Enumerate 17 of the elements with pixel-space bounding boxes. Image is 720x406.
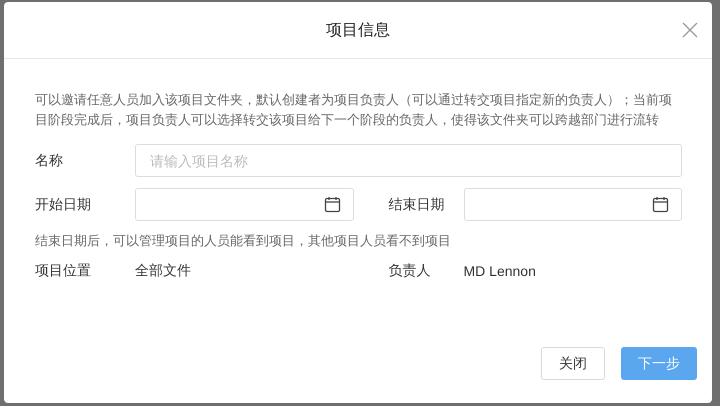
hint-text: 结束日期后，可以管理项目的人员能看到项目，其他项目人员看不到项目 [35, 232, 452, 250]
description-text: 可以邀请任意人员加入该项目文件夹，默认创建者为项目负责人（可以通过转交项目指定新的负责人）；当前项目阶段完成后，项目负责人可以选择转交该项目给下一个阶段的负责人，使得该文件夹可以跨越部门进行流转 [35, 91, 673, 129]
dialog-title: 项目信息 [326, 20, 390, 40]
field-label: 项目位置 [35, 262, 92, 280]
field-value: MD Lennon [464, 263, 537, 279]
field-label: 开始日期 [35, 196, 92, 214]
field-label: 负责人 [388, 262, 432, 280]
date-field[interactable] [464, 188, 682, 221]
calendar-icon [652, 196, 669, 213]
calendar-icon [324, 196, 340, 213]
field-label: 名称 [35, 152, 64, 170]
field-label: 结束日期 [388, 196, 446, 214]
field-value: 全部文件 [135, 262, 192, 280]
name-field[interactable]: 请输入项目名称 [135, 144, 682, 177]
close-button[interactable]: 关闭 [541, 347, 605, 380]
date-field[interactable] [135, 188, 354, 221]
close-icon[interactable] [682, 22, 698, 38]
